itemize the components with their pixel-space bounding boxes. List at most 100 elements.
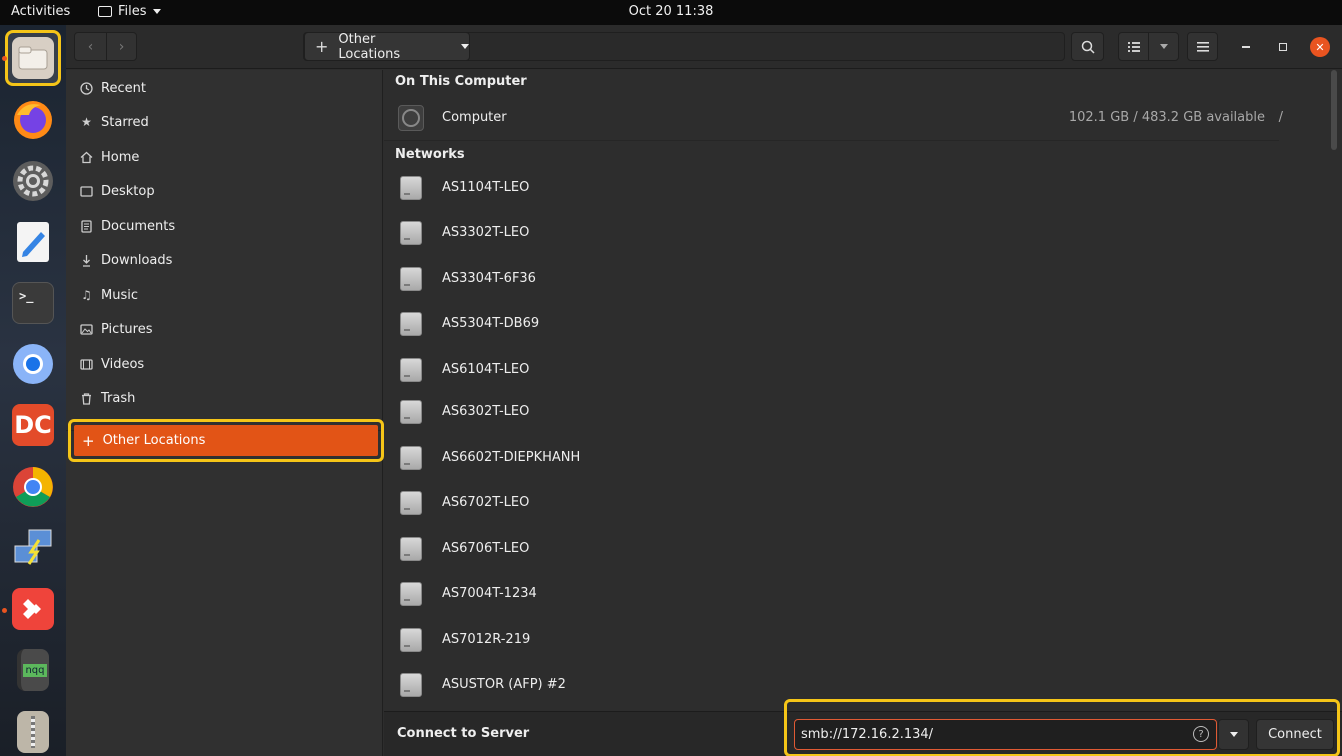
back-button[interactable]: ‹: [74, 32, 107, 61]
picture-icon: [80, 323, 93, 336]
network-name: AS3304T-6F36: [442, 271, 536, 286]
recent-servers-button[interactable]: [1218, 719, 1249, 750]
network-name: ASUSTOR (AFP) #2: [442, 677, 566, 692]
row-divider: [384, 140, 1279, 141]
forward-button[interactable]: ›: [106, 32, 137, 61]
path-bar: + Other Locations: [303, 31, 1065, 62]
plus-icon: +: [82, 431, 95, 450]
top-bar: Activities Files Oct 20 11:38: [0, 0, 1342, 25]
sidebar-item-recent[interactable]: Recent: [66, 71, 383, 105]
minimize-icon: [1242, 46, 1250, 48]
network-icon: [14, 529, 52, 565]
video-icon: [80, 358, 93, 371]
scrollbar[interactable]: [1331, 70, 1337, 150]
network-row[interactable]: AS3302T-LEO: [384, 210, 1279, 255]
network-row[interactable]: AS6104T-LEO: [384, 347, 1279, 392]
sidebar-item-other-locations[interactable]: + Other Locations: [68, 419, 384, 462]
path-crumb-label: Other Locations: [338, 31, 401, 62]
close-button[interactable]: ✕: [1310, 37, 1330, 57]
view-toggle-button[interactable]: [1118, 32, 1149, 61]
dock-text-editor[interactable]: [5, 214, 61, 270]
dock: >_ DC nqq: [0, 25, 66, 756]
connect-to-server-label: Connect to Server: [397, 726, 530, 741]
network-row[interactable]: AS6706T-LEO: [384, 526, 1279, 571]
dock-archive[interactable]: [5, 704, 61, 756]
network-row[interactable]: AS3304T-6F36: [384, 256, 1279, 301]
sidebar-item-label: Other Locations: [102, 433, 206, 448]
help-icon[interactable]: ?: [1193, 726, 1209, 742]
network-server-icon: [400, 581, 422, 606]
sidebar-item-label: Home: [101, 149, 140, 165]
dock-firefox[interactable]: [5, 91, 61, 147]
network-row[interactable]: AS7012R-219: [384, 617, 1279, 662]
network-server-icon: [400, 627, 422, 652]
sidebar: Recent ★ Starred Home Desktop Documents: [66, 70, 384, 756]
dock-doublecmd[interactable]: DC: [5, 397, 61, 453]
network-server-icon: [400, 175, 422, 200]
minimize-button[interactable]: [1236, 37, 1256, 57]
server-address-input[interactable]: [794, 719, 1217, 750]
network-row[interactable]: AS5304T-DB69: [384, 301, 1279, 346]
notebook-label: nqq: [23, 663, 47, 677]
firefox-icon: [14, 101, 52, 139]
sidebar-item-pictures[interactable]: Pictures: [66, 312, 383, 346]
search-icon: [1081, 40, 1095, 54]
dock-notes[interactable]: nqq: [5, 642, 61, 698]
connect-button[interactable]: Connect: [1256, 719, 1334, 750]
network-server-icon: [400, 445, 422, 470]
home-icon: [80, 151, 93, 164]
dock-anydesk[interactable]: [5, 581, 61, 637]
network-row[interactable]: AS6302T-LEO: [384, 389, 1279, 434]
clock[interactable]: Oct 20 11:38: [629, 4, 714, 19]
folder-icon: [12, 37, 54, 79]
activities-button[interactable]: Activities: [11, 4, 70, 19]
folder-icon: [98, 6, 112, 17]
network-name: AS6602T-DIEPKHANH: [442, 450, 581, 465]
sidebar-item-desktop[interactable]: Desktop: [66, 174, 383, 208]
network-row[interactable]: AS6602T-DIEPKHANH: [384, 435, 1279, 480]
sidebar-item-trash[interactable]: Trash: [66, 381, 383, 415]
dock-files[interactable]: [5, 30, 61, 86]
network-row[interactable]: AS7004T-1234: [384, 571, 1279, 616]
files-window: ‹ › + Other Locations ✕ Recent ★ Starred…: [66, 25, 1342, 756]
sidebar-item-music[interactable]: ♫ Music: [66, 278, 383, 312]
clock-icon: [80, 81, 93, 95]
view-options-button[interactable]: [1148, 32, 1179, 61]
hamburger-icon: [1196, 41, 1209, 52]
list-view-icon: [1127, 41, 1140, 52]
path-crumb-other-locations[interactable]: + Other Locations: [304, 31, 470, 62]
network-row[interactable]: AS1104T-LEO: [384, 165, 1279, 210]
network-server-icon: [400, 490, 422, 515]
section-title-on-this-computer: On This Computer: [395, 74, 527, 89]
maximize-button[interactable]: [1273, 37, 1293, 57]
sidebar-item-documents[interactable]: Documents: [66, 209, 383, 243]
dock-network[interactable]: [5, 520, 61, 576]
sidebar-item-label: Documents: [101, 218, 176, 234]
app-menu[interactable]: Files: [98, 4, 161, 19]
download-icon: [80, 254, 93, 267]
main-menu-button[interactable]: [1187, 32, 1218, 61]
dock-terminal[interactable]: >_: [5, 275, 61, 331]
sidebar-item-videos[interactable]: Videos: [66, 347, 383, 381]
search-button[interactable]: [1071, 32, 1104, 61]
network-row[interactable]: AS6702T-LEO: [384, 480, 1279, 525]
anydesk-icon: [12, 588, 54, 630]
network-server-icon: [400, 311, 422, 336]
sidebar-item-label: Pictures: [101, 321, 153, 337]
trash-icon: [80, 392, 93, 405]
sidebar-item-starred[interactable]: ★ Starred: [66, 105, 383, 139]
sidebar-item-label: Trash: [101, 390, 136, 406]
dock-chrome[interactable]: [5, 459, 61, 515]
network-name: AS6302T-LEO: [442, 404, 530, 419]
music-icon: ♫: [81, 288, 92, 302]
network-server-icon: [400, 266, 422, 291]
location-row-computer[interactable]: Computer 102.1 GB / 483.2 GB available /: [384, 95, 1283, 140]
sidebar-item-downloads[interactable]: Downloads: [66, 243, 383, 277]
dc-icon: DC: [12, 404, 54, 446]
dock-chromium[interactable]: [5, 336, 61, 392]
plus-icon: +: [315, 37, 329, 56]
sidebar-item-home[interactable]: Home: [66, 140, 383, 174]
chevron-down-icon: [1159, 44, 1168, 49]
network-server-icon: [400, 399, 422, 424]
dock-settings[interactable]: [5, 153, 61, 209]
